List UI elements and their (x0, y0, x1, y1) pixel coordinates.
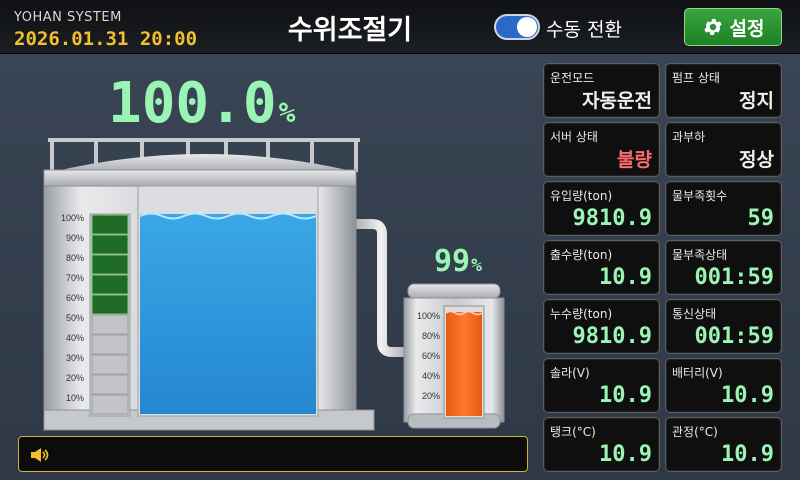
status-panel: 유입량(ton) 9810.9 (543, 181, 660, 236)
status-panel: 과부하정상 (665, 122, 782, 177)
pump-scale-label: 100% (417, 311, 440, 321)
main-level-value: 100.0 (108, 71, 277, 136)
main-tank-level: 100.0% (108, 74, 295, 143)
status-panel-label: 펌프 상태 (672, 71, 720, 85)
status-panel-value: 10.9 (599, 442, 652, 467)
status-panel-label: 출수량(ton) (550, 248, 613, 262)
status-panel: 솔라(V) 10.9 (543, 358, 660, 413)
message-bar (18, 436, 528, 472)
status-panel: 물부족횟수 59 (665, 181, 782, 236)
water-fill (140, 214, 316, 414)
pump-tank-level: 99% (434, 244, 482, 284)
status-panel-value: 59 (747, 206, 775, 231)
connecting-pipe (352, 219, 410, 357)
brand-name: YOHAN SYSTEM (14, 10, 122, 25)
manual-mode-toggle[interactable] (494, 14, 540, 40)
manual-mode-label[interactable]: 수동 전환 (546, 15, 622, 42)
status-panel: 배터리(V) 10.9 (665, 358, 782, 413)
status-panel: 누수량(ton) 9810.9 (543, 299, 660, 354)
status-panel-value: 자동운전 (582, 90, 652, 112)
status-panel: 탱크(°C) 10.9 (543, 417, 660, 472)
level-bar-segment (91, 374, 129, 395)
status-panel: 출수량(ton) 10.9 (543, 240, 660, 295)
toggle-knob (517, 17, 537, 37)
level-scale-label: 30% (66, 353, 84, 363)
status-panel-label: 통신상태 (672, 307, 717, 321)
level-bar-segment (91, 314, 129, 335)
level-scale-label: 10% (66, 393, 84, 403)
header-bar: YOHAN SYSTEM 2026.01.31 20:00 수위조절기 수동 전… (0, 0, 800, 54)
status-panel: 물부족상태 001:59 (665, 240, 782, 295)
pump-level-fill (446, 312, 482, 416)
level-scale-label: 40% (66, 333, 84, 343)
status-panel-label: 배터리(V) (672, 366, 723, 380)
status-panel: 서버 상태불량 (543, 122, 660, 177)
pump-level-value: 99 (434, 244, 471, 279)
main-level-unit: % (278, 96, 296, 129)
status-panel: 운전모드자동운전 (543, 63, 660, 118)
pump-tank (403, 283, 505, 429)
pump-scale-label: 20% (422, 391, 440, 401)
status-panel-value: 10.9 (721, 442, 774, 467)
settings-label: 설정 (729, 17, 765, 40)
level-bar-segment (91, 274, 129, 295)
pump-scale-label: 80% (422, 331, 440, 341)
level-bar-segment (91, 334, 129, 355)
level-scale-label: 20% (66, 373, 84, 383)
pump-scale-label: 40% (422, 371, 440, 381)
level-scale-label: 80% (66, 253, 84, 263)
status-panel-label: 누수량(ton) (550, 307, 613, 321)
status-panel: 펌프 상태정지 (665, 63, 782, 118)
status-panel-label: 물부족횟수 (672, 189, 728, 203)
status-panel: 통신상태 001:59 (665, 299, 782, 354)
status-panel-label: 탱크(°C) (550, 425, 596, 439)
status-panel-value: 001:59 (694, 265, 774, 290)
status-panel-label: 유입량(ton) (550, 189, 613, 203)
status-panel: 관정(°C) 10.9 (665, 417, 782, 472)
status-panel-value: 정지 (739, 90, 774, 112)
level-bar-segment (91, 354, 129, 375)
status-panel-value: 9810.9 (572, 324, 652, 349)
status-panel-label: 운전모드 (550, 71, 595, 85)
level-scale-label: 50% (66, 313, 84, 323)
level-gauge-bars (91, 214, 129, 415)
level-scale-label: 100% (61, 213, 84, 223)
status-panel-value: 불량 (617, 149, 652, 171)
status-panel-value: 10.9 (721, 383, 774, 408)
gear-icon (703, 19, 722, 35)
level-scale-label: 60% (66, 293, 84, 303)
status-panel-value: 10.9 (599, 383, 652, 408)
status-panel-value: 10.9 (599, 265, 652, 290)
level-bar-segment (91, 234, 129, 255)
status-panel-label: 솔라(V) (550, 366, 590, 380)
level-bar-segment (91, 294, 129, 315)
level-bar-segment (91, 254, 129, 275)
status-panel-value: 001:59 (694, 324, 774, 349)
status-panel-label: 물부족상태 (672, 248, 728, 262)
level-scale-label: 90% (66, 233, 84, 243)
settings-button[interactable]: 설정 (684, 8, 782, 46)
status-panel-label: 과부하 (672, 130, 706, 144)
page-title: 수위조절기 (287, 15, 413, 46)
date-time: 2026.01.31 20:00 (14, 28, 198, 50)
status-panel-label: 관정(°C) (672, 425, 718, 439)
pump-level-unit: % (471, 255, 482, 276)
status-panel-value: 정상 (739, 149, 774, 171)
level-bar-segment (91, 394, 129, 415)
pump-scale-label: 60% (422, 351, 440, 361)
status-panel-label: 서버 상태 (550, 130, 598, 144)
level-scale-label: 70% (66, 273, 84, 283)
speaker-icon (31, 448, 49, 462)
status-panel-value: 9810.9 (572, 206, 652, 231)
level-bar-segment (91, 214, 129, 235)
